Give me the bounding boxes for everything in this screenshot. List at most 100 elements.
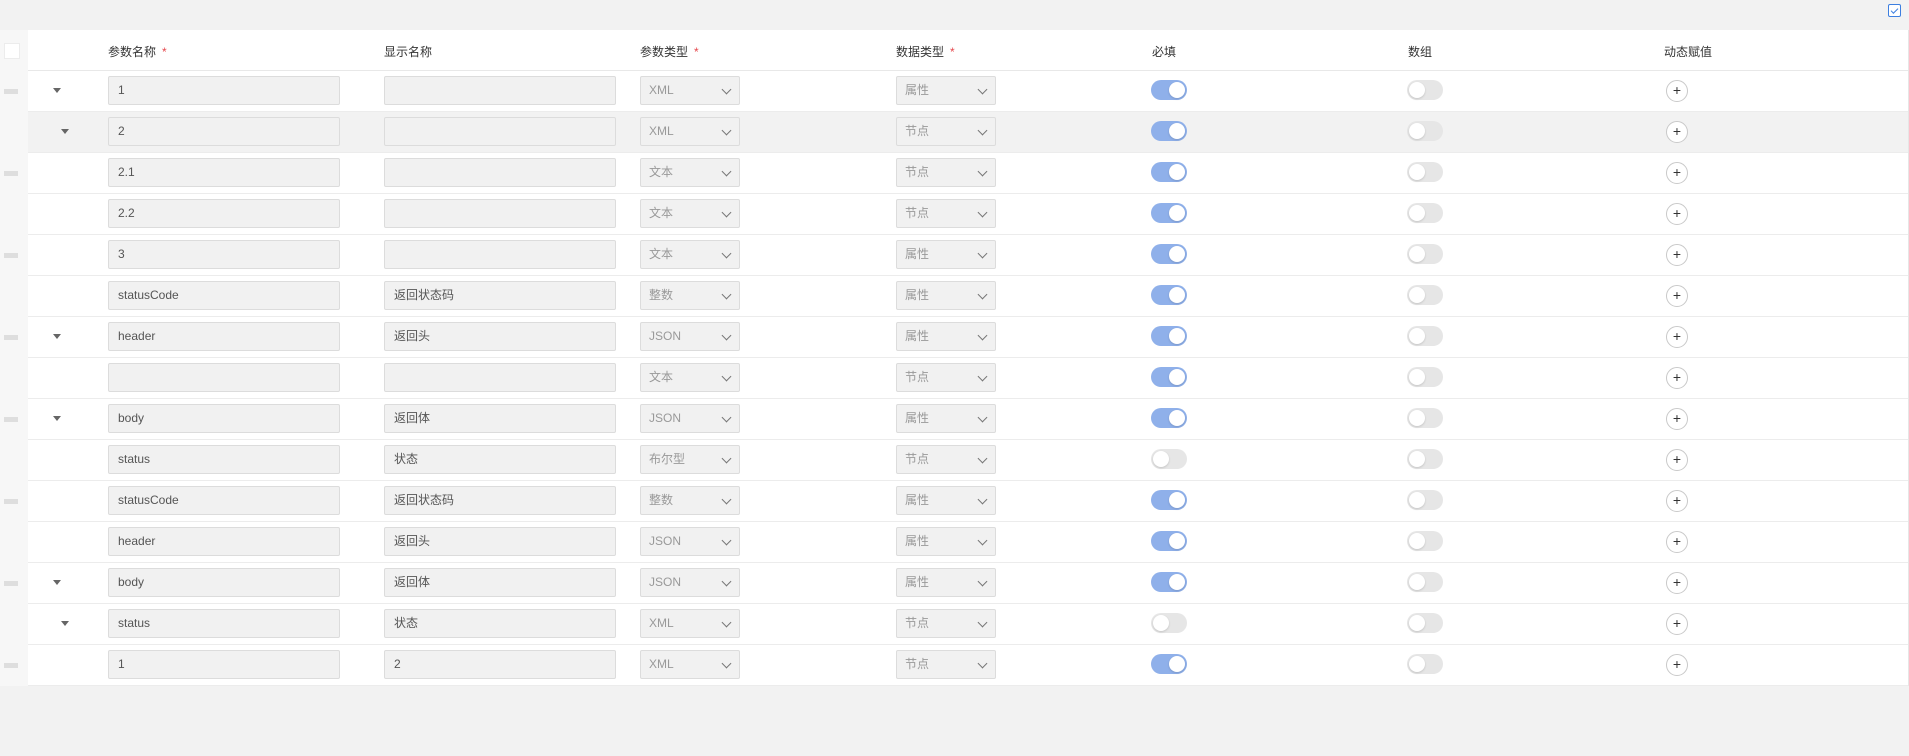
display-name-input[interactable]: 返回状态码	[384, 486, 616, 515]
required-toggle[interactable]	[1151, 572, 1187, 592]
required-toggle[interactable]	[1151, 121, 1187, 141]
plus-icon[interactable]: +	[1666, 408, 1688, 430]
param-name-input[interactable]: header	[108, 527, 340, 556]
plus-icon[interactable]: +	[1666, 367, 1688, 389]
array-toggle[interactable]	[1407, 490, 1443, 510]
row-select-marker[interactable]	[4, 171, 18, 176]
array-toggle[interactable]	[1407, 121, 1443, 141]
param-type-select[interactable]: JSON	[640, 322, 740, 351]
param-name-input[interactable]: 1	[108, 76, 340, 105]
param-type-select[interactable]: 整数	[640, 486, 740, 515]
data-type-select[interactable]: 节点	[896, 650, 996, 679]
array-toggle[interactable]	[1407, 367, 1443, 387]
data-type-select[interactable]: 属性	[896, 76, 996, 105]
plus-icon[interactable]: +	[1666, 531, 1688, 553]
param-type-select[interactable]: XML	[640, 76, 740, 105]
display-name-input[interactable]: 返回头	[384, 527, 616, 556]
param-name-input[interactable]: 2.1	[108, 158, 340, 187]
data-type-select[interactable]: 节点	[896, 609, 996, 638]
required-toggle[interactable]	[1151, 203, 1187, 223]
plus-icon[interactable]: +	[1666, 326, 1688, 348]
param-type-select[interactable]: 文本	[640, 199, 740, 228]
row-select-marker[interactable]	[4, 335, 18, 340]
array-toggle[interactable]	[1407, 613, 1443, 633]
required-toggle[interactable]	[1151, 285, 1187, 305]
plus-icon[interactable]: +	[1666, 244, 1688, 266]
plus-icon[interactable]: +	[1666, 203, 1688, 225]
caret-down-icon[interactable]	[61, 621, 69, 626]
required-toggle[interactable]	[1151, 326, 1187, 346]
param-type-select[interactable]: XML	[640, 650, 740, 679]
caret-down-icon[interactable]	[61, 129, 69, 134]
required-toggle[interactable]	[1151, 408, 1187, 428]
array-toggle[interactable]	[1407, 408, 1443, 428]
param-type-select[interactable]: XML	[640, 609, 740, 638]
array-toggle[interactable]	[1407, 449, 1443, 469]
row-select-marker[interactable]	[4, 417, 18, 422]
plus-icon[interactable]: +	[1666, 613, 1688, 635]
required-toggle[interactable]	[1151, 80, 1187, 100]
row-select-marker[interactable]	[4, 253, 18, 258]
data-type-select[interactable]: 节点	[896, 117, 996, 146]
plus-icon[interactable]: +	[1666, 80, 1688, 102]
data-type-select[interactable]: 节点	[896, 363, 996, 392]
data-type-select[interactable]: 属性	[896, 404, 996, 433]
array-toggle[interactable]	[1407, 285, 1443, 305]
caret-down-icon[interactable]	[53, 416, 61, 421]
display-name-input[interactable]: 返回头	[384, 322, 616, 351]
display-name-input[interactable]: 状态	[384, 445, 616, 474]
param-type-select[interactable]: JSON	[640, 568, 740, 597]
data-type-select[interactable]: 属性	[896, 568, 996, 597]
required-toggle[interactable]	[1151, 654, 1187, 674]
data-type-select[interactable]: 属性	[896, 322, 996, 351]
data-type-select[interactable]: 节点	[896, 158, 996, 187]
required-toggle[interactable]	[1151, 531, 1187, 551]
plus-icon[interactable]: +	[1666, 121, 1688, 143]
param-name-input[interactable]: body	[108, 404, 340, 433]
row-select-marker[interactable]	[4, 663, 18, 668]
required-toggle[interactable]	[1151, 490, 1187, 510]
collapse-icon[interactable]	[1888, 4, 1901, 17]
display-name-input[interactable]	[384, 117, 616, 146]
param-type-select[interactable]: 文本	[640, 158, 740, 187]
array-toggle[interactable]	[1407, 531, 1443, 551]
param-name-input[interactable]: 2	[108, 117, 340, 146]
param-name-input[interactable]: 3	[108, 240, 340, 269]
array-toggle[interactable]	[1407, 326, 1443, 346]
display-name-input[interactable]	[384, 76, 616, 105]
array-toggle[interactable]	[1407, 80, 1443, 100]
plus-icon[interactable]: +	[1666, 490, 1688, 512]
caret-down-icon[interactable]	[53, 580, 61, 585]
param-name-input[interactable]: status	[108, 609, 340, 638]
plus-icon[interactable]: +	[1666, 162, 1688, 184]
plus-icon[interactable]: +	[1666, 572, 1688, 594]
param-type-select[interactable]: 文本	[640, 363, 740, 392]
param-name-input[interactable]: body	[108, 568, 340, 597]
array-toggle[interactable]	[1407, 654, 1443, 674]
param-name-input[interactable]: statusCode	[108, 281, 340, 310]
param-name-input[interactable]: 1	[108, 650, 340, 679]
display-name-input[interactable]: 2	[384, 650, 616, 679]
display-name-input[interactable]: 返回体	[384, 568, 616, 597]
param-type-select[interactable]: 整数	[640, 281, 740, 310]
data-type-select[interactable]: 属性	[896, 281, 996, 310]
array-toggle[interactable]	[1407, 203, 1443, 223]
array-toggle[interactable]	[1407, 572, 1443, 592]
select-all-checkbox[interactable]	[4, 43, 20, 59]
display-name-input[interactable]: 返回状态码	[384, 281, 616, 310]
param-type-select[interactable]: XML	[640, 117, 740, 146]
required-toggle[interactable]	[1151, 162, 1187, 182]
param-name-input[interactable]: header	[108, 322, 340, 351]
array-toggle[interactable]	[1407, 162, 1443, 182]
required-toggle[interactable]	[1151, 244, 1187, 264]
row-select-marker[interactable]	[4, 581, 18, 586]
param-type-select[interactable]: 文本	[640, 240, 740, 269]
required-toggle[interactable]	[1151, 613, 1187, 633]
display-name-input[interactable]: 状态	[384, 609, 616, 638]
param-name-input[interactable]: statusCode	[108, 486, 340, 515]
data-type-select[interactable]: 属性	[896, 240, 996, 269]
row-select-marker[interactable]	[4, 499, 18, 504]
caret-down-icon[interactable]	[53, 88, 61, 93]
required-toggle[interactable]	[1151, 449, 1187, 469]
data-type-select[interactable]: 节点	[896, 445, 996, 474]
